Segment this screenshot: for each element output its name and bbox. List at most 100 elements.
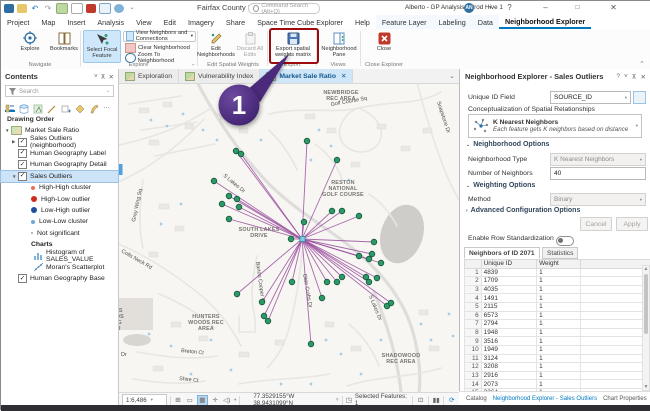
layer-tree-item[interactable]: Low-Low cluster [1, 216, 118, 227]
coords-dropdown-icon[interactable]: ˅ [336, 397, 339, 403]
map-view-tab[interactable]: Exploration [119, 69, 179, 83]
help-icon[interactable]: ? [503, 2, 516, 13]
list-by-editing-icon[interactable] [47, 101, 57, 111]
layer-checkbox[interactable]: ✓ [18, 172, 27, 181]
basemap-toggle-icon[interactable]: ▦ [197, 395, 208, 406]
table-row[interactable]: 935161 [465, 337, 650, 346]
close-explorer-button[interactable]: Close [367, 30, 401, 61]
neighbor-point[interactable] [308, 341, 314, 347]
bookmarks-button[interactable]: Bookmarks [47, 30, 81, 61]
refresh-icon[interactable]: ⟳ [447, 396, 456, 405]
crosshair-icon[interactable]: ✛ [211, 396, 220, 405]
neighbor-point[interactable] [366, 256, 372, 262]
neighbor-point[interactable] [211, 178, 217, 184]
layer-tree-item[interactable]: ✓Human Geography Base [1, 273, 118, 284]
focal-feature-marker[interactable] [300, 237, 305, 242]
table-row[interactable]: 1329161 [465, 371, 650, 380]
neighbor-point[interactable] [334, 157, 340, 163]
map-icon[interactable] [56, 3, 68, 14]
open-project-icon[interactable] [17, 4, 27, 13]
table-row[interactable]: 340351 [465, 285, 650, 294]
maximize-button[interactable]: □ [571, 2, 584, 13]
save-icon[interactable] [4, 4, 14, 13]
dock-tab-neighborhood[interactable]: Neighborhood Explorer - Sales Outliers [490, 396, 600, 402]
edit-neighborhoods-button[interactable]: Edit Neighborhoods [199, 30, 233, 61]
layer-tree-item[interactable]: ✓Human Geography Detail [1, 159, 118, 170]
ribbon-tab-feature-layer[interactable]: Feature Layer [376, 15, 433, 29]
grid-icon[interactable]: ⊞ [174, 396, 183, 405]
view-neighbors-dropdown[interactable]: View Neighbors and Connections▾ [123, 31, 196, 41]
ribbon-tab-insert[interactable]: Insert [61, 15, 91, 29]
panel-close-icon[interactable]: ✕ [641, 73, 646, 81]
contents-pin-icon[interactable]: ⊼ [101, 73, 106, 81]
neighbor-point[interactable] [238, 151, 244, 157]
neighbor-point[interactable] [339, 274, 345, 280]
layer-tree-item[interactable]: Moran's Scatterplot [1, 262, 118, 273]
export-spatial-weights-button[interactable]: Export spatial weights matrix [274, 30, 312, 61]
layer-checkbox[interactable]: ✓ [18, 274, 27, 283]
select-focal-feature-button[interactable]: Select Focal Feature [83, 30, 121, 63]
layer-tree-item[interactable]: ✓Human Geography Label [1, 148, 118, 159]
neighborhood-pane-button[interactable]: Neighborhood Pane [321, 30, 357, 61]
close-window-button[interactable]: ✕ [607, 2, 620, 13]
neighbor-point[interactable] [369, 251, 375, 257]
collapse-ribbon-icon[interactable]: ⌃ [639, 60, 645, 68]
table-row[interactable]: 727941 [465, 320, 650, 329]
weighting-options-section[interactable]: ⌄Weighting Options [466, 182, 535, 189]
neighbor-point[interactable] [339, 208, 345, 214]
layer-checkbox[interactable]: ✓ [18, 160, 27, 169]
ribbon-tab-edit[interactable]: Edit [158, 15, 182, 29]
table-row[interactable]: 665731 [465, 311, 650, 320]
list-by-data-source-icon[interactable] [19, 101, 29, 111]
neighbors-table[interactable]: Unique ID Weight 14839121709134035141491… [464, 259, 650, 398]
table-row[interactable]: 1420731 [465, 380, 650, 389]
status-dropdown-icon[interactable]: ▾ [234, 397, 236, 403]
neighbor-point[interactable] [226, 216, 232, 222]
pause-drawing-icon[interactable]: ▮▮ [432, 396, 441, 405]
qat-customize-icon[interactable]: ⌄ [127, 4, 137, 13]
layer-tree-item[interactable]: Histogram of SALES_VALUE [1, 250, 118, 261]
layer-tree-item[interactable]: Low-High outlier [1, 205, 118, 216]
layer-tree-item[interactable]: High-Low outlier [1, 193, 118, 204]
ribbon-tab-help[interactable]: Help [349, 15, 376, 29]
redo-icon[interactable]: ↷ [43, 4, 53, 13]
undo-icon[interactable]: ↶ [30, 4, 40, 13]
neighbor-point[interactable] [301, 219, 307, 225]
ribbon-tab-imagery[interactable]: Imagery [182, 15, 220, 29]
row-standardization-toggle[interactable] [556, 236, 574, 246]
neighbor-point[interactable] [374, 275, 380, 281]
neighbor-point[interactable] [304, 138, 310, 144]
neighbor-point[interactable] [366, 279, 372, 285]
tab-statistics[interactable]: Statistics [542, 247, 578, 259]
panel-help-icon[interactable]: ? [616, 73, 620, 81]
table-row[interactable]: 414911 [465, 294, 650, 303]
table-row[interactable]: 148391 [465, 268, 650, 277]
ribbon-tab-project[interactable]: Project [1, 15, 35, 29]
tab-overflow-icon[interactable]: ⌄ [449, 69, 459, 83]
neighbor-point[interactable] [334, 279, 340, 285]
neighbor-point[interactable] [329, 208, 335, 214]
unique-id-select[interactable]: SOURCE_ID▾ [550, 91, 631, 104]
panel-collapse-icon[interactable]: ˅ [624, 73, 628, 81]
toolbox-icon[interactable] [86, 4, 96, 13]
ribbon-tab-view[interactable]: View [130, 15, 157, 29]
number-of-neighbors-input[interactable]: 40 [550, 167, 646, 180]
neighbor-point[interactable] [233, 148, 239, 154]
neighbor-point[interactable] [319, 295, 325, 301]
advanced-options-section[interactable]: ›Advanced Configuration Options [466, 207, 580, 214]
close-tab-icon[interactable]: ✕ [341, 72, 346, 80]
dock-tab-catalog[interactable]: Catalog [463, 396, 490, 402]
explore-button[interactable]: Explore [13, 30, 47, 61]
layer-tree-item[interactable]: ▼✓Sales Outliers [1, 171, 118, 182]
neighbor-point[interactable] [363, 274, 369, 280]
table-row[interactable]: 819481 [465, 328, 650, 337]
ribbon-tab-share[interactable]: Share [220, 15, 251, 29]
minimize-button[interactable]: – [539, 2, 552, 13]
table-row[interactable]: 1131241 [465, 354, 650, 363]
ribbon-tab-data[interactable]: Data [472, 15, 499, 29]
dialog-launcher-icon[interactable]: ⌐ [192, 62, 195, 68]
neighbor-point[interactable] [265, 318, 271, 324]
neighbor-point[interactable] [289, 279, 295, 285]
map-view-tab[interactable]: Market Sale Ratio✕ [260, 69, 353, 83]
neighbor-point[interactable] [388, 300, 394, 306]
